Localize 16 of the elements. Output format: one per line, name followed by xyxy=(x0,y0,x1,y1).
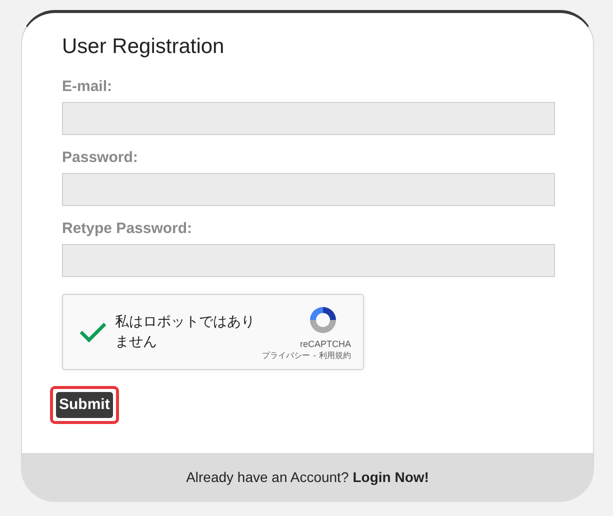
field-label: E-mail: xyxy=(62,77,112,97)
submit-button[interactable]: Submit xyxy=(56,392,113,418)
input-field[interactable] xyxy=(62,173,555,206)
checkmark-icon xyxy=(79,321,107,343)
input-field[interactable] xyxy=(62,102,555,135)
input-field[interactable] xyxy=(62,244,555,277)
link-separator: - xyxy=(313,350,316,360)
field-label: Password: xyxy=(62,148,138,168)
captcha-label: 私はロボットではありません xyxy=(115,313,256,352)
terms-link[interactable]: 利用規約 xyxy=(319,350,351,360)
login-link[interactable]: Login Now! xyxy=(352,467,429,488)
privacy-link[interactable]: プライバシー xyxy=(262,350,310,360)
footer-text: Already have an Account? xyxy=(186,468,349,487)
form-title: User Registration xyxy=(62,34,226,60)
field-label: Retype Password: xyxy=(62,219,192,239)
recaptcha-brand: reCAPTCHA xyxy=(300,338,351,350)
